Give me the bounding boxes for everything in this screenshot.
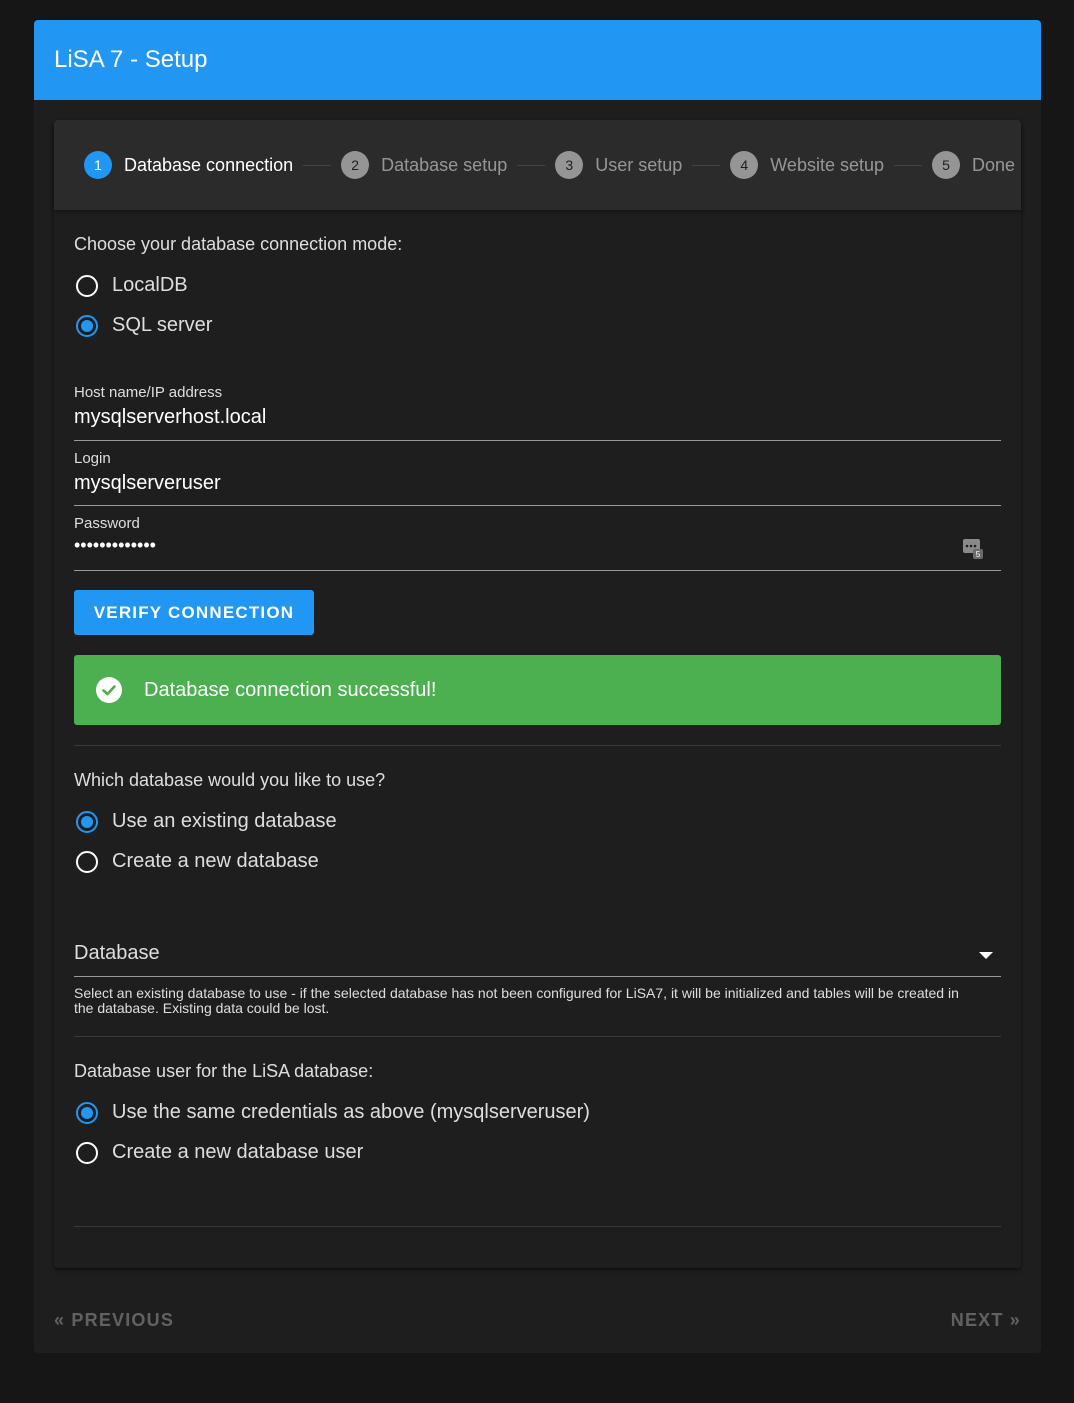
app-title: LiSA 7 - Setup — [54, 46, 208, 73]
radio-label: Create a new database — [112, 850, 319, 872]
check-circle-icon — [96, 677, 122, 703]
step-label: Database connection — [124, 154, 294, 175]
step-database-connection[interactable]: 1 Database connection — [84, 151, 293, 179]
radio-label: Use the same credentials as above (mysql… — [112, 1101, 590, 1123]
password-input[interactable]: ••••••••••••• — [74, 535, 934, 556]
radio-unchecked-icon — [76, 1141, 98, 1164]
host-input[interactable] — [74, 406, 934, 429]
success-alert: Database connection successful! — [74, 655, 1001, 725]
step-divider — [303, 164, 332, 166]
step-user-setup[interactable]: 3 User setup — [555, 151, 682, 179]
radio-label: SQL server — [112, 314, 213, 336]
svg-text:5: 5 — [976, 550, 981, 559]
database-select[interactable]: Database — [74, 930, 1001, 977]
step-label: User setup — [595, 154, 683, 175]
radio-localdb[interactable]: LocalDB — [76, 274, 188, 297]
password-field: Password ••••••••••••• 5 — [74, 515, 1001, 571]
step-label: Done — [972, 154, 1016, 175]
step-divider — [692, 164, 721, 166]
stepper-header: 1 Database connection 2 Database setup 3… — [54, 120, 1021, 210]
step-label: Website setup — [770, 154, 884, 175]
radio-sql-server[interactable]: SQL server — [76, 314, 212, 337]
radio-existing-database[interactable]: Use an existing database — [76, 810, 337, 833]
db-user-question: Database user for the LiSA database: — [74, 1061, 374, 1081]
radio-checked-icon — [76, 1101, 98, 1124]
step-number: 1 — [84, 151, 112, 179]
password-manager-icon[interactable]: 5 — [963, 537, 983, 559]
database-hint: Select an existing database to use - if … — [74, 985, 959, 1016]
password-label: Password — [74, 515, 140, 532]
radio-label: LocalDB — [112, 274, 188, 296]
verify-connection-button[interactable]: VERIFY CONNECTION — [74, 590, 314, 635]
radio-checked-icon — [76, 314, 98, 337]
section-divider — [74, 1226, 1001, 1227]
previous-button[interactable]: « PREVIOUS — [54, 1310, 174, 1331]
radio-label: Create a new database user — [112, 1141, 364, 1163]
step-label: Database setup — [381, 154, 508, 175]
section-divider — [74, 1036, 1001, 1037]
dropdown-arrow-icon — [979, 952, 993, 959]
radio-new-database[interactable]: Create a new database — [76, 850, 319, 873]
host-field: Host name/IP address — [74, 384, 1001, 441]
section-divider — [74, 745, 1001, 746]
radio-unchecked-icon — [76, 850, 98, 873]
step-website-setup[interactable]: 4 Website setup — [730, 151, 884, 179]
step-number: 5 — [932, 151, 960, 179]
setup-window: LiSA 7 - Setup 1 Database connection 2 D… — [34, 20, 1041, 1353]
step-number: 2 — [341, 151, 370, 179]
login-field: Login — [74, 450, 1001, 506]
connection-mode-label: Choose your database connection mode: — [74, 234, 403, 254]
step-database-setup[interactable]: 2 Database setup — [341, 151, 507, 179]
radio-same-credentials[interactable]: Use the same credentials as above (mysql… — [76, 1101, 590, 1124]
step-number: 4 — [730, 151, 759, 179]
radio-label: Use an existing database — [112, 810, 337, 832]
next-button[interactable]: NEXT » — [951, 1310, 1021, 1331]
stepper: 1 Database connection 2 Database setup 3… — [54, 120, 1021, 1268]
radio-unchecked-icon — [76, 274, 98, 297]
login-input[interactable] — [74, 472, 934, 495]
host-label: Host name/IP address — [74, 384, 223, 401]
login-label: Login — [74, 450, 111, 467]
success-message: Database connection successful! — [144, 678, 437, 701]
radio-new-db-user[interactable]: Create a new database user — [76, 1141, 363, 1164]
database-question: Which database would you like to use? — [74, 770, 386, 790]
database-select-label: Database — [74, 942, 160, 964]
step-divider — [894, 164, 922, 166]
app-header: LiSA 7 - Setup — [34, 20, 1041, 100]
step-divider — [517, 164, 546, 166]
radio-checked-icon — [76, 810, 98, 833]
step-number: 3 — [555, 151, 584, 179]
step-done[interactable]: 5 Done — [932, 151, 1015, 179]
